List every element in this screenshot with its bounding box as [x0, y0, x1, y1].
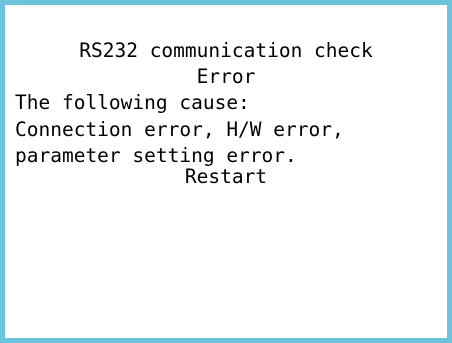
dialog-title: RS232 communication check — [79, 39, 373, 62]
cause-line-1: Connection error, H/W error, — [15, 118, 344, 141]
restart-button[interactable]: Restart — [5, 164, 447, 191]
cause-heading: The following cause: — [15, 91, 250, 114]
error-status: Error — [196, 65, 256, 88]
hmi-screen: RS232 communication check Error The foll… — [0, 0, 452, 343]
